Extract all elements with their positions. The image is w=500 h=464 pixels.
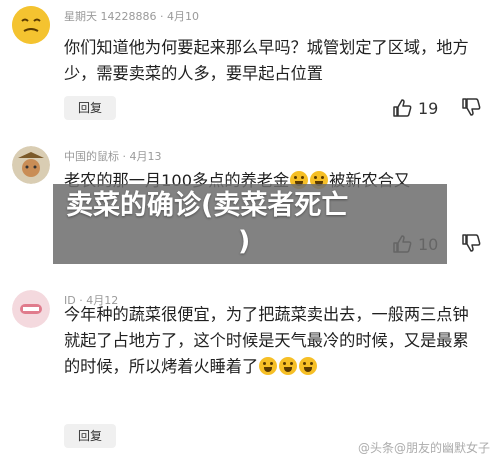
like-button[interactable]: 19 [392,97,438,119]
comment-card: ID · 4月12 今年种的蔬菜很便宜，为了把蔬菜卖出去，一般两三点钟就起了占地… [0,286,500,464]
comment-author-meta: 星期天 14228886 · 4月10 [64,8,199,24]
reply-button[interactable]: 回复 [64,96,116,120]
crying-emoji-icon [279,357,298,375]
reply-button[interactable]: 回复 [64,424,116,448]
avatar[interactable] [12,146,50,184]
author-name[interactable]: 中国的鼠标 · 4月13 [64,150,162,163]
crying-emoji-icon [299,357,318,375]
comment-text: 你们知道他为何要起来那么早吗？城管划定了区域，地方少，需要卖菜的人多，要早起占位… [64,38,469,83]
thumbs-up-icon [393,99,412,117]
comment-text: 今年种的蔬菜很便宜，为了把蔬菜卖出去，一般两三点钟就起了占地方了，这个时候是天气… [64,305,469,376]
thumbs-down-icon [462,234,481,252]
banner-title: 卖菜的确诊(卖菜者死亡 ) [66,190,349,257]
comment-author-meta: 中国的鼠标 · 4月13 [64,148,162,164]
author-name[interactable]: 星期天 14228886 · 4月10 [64,10,199,23]
dislike-button[interactable] [461,233,483,255]
thumbs-down-icon [462,98,481,116]
avatar[interactable] [12,290,50,328]
like-count: 19 [418,98,439,118]
watermark: @头条@朋友的幽默女子 [357,441,490,455]
crying-emoji-icon [259,357,278,375]
avatar[interactable] [12,6,50,44]
dislike-button[interactable] [461,97,483,119]
comment-card: 星期天 14228886 · 4月10 你们知道他为何要起来那么早吗？城管划定了… [0,0,500,136]
